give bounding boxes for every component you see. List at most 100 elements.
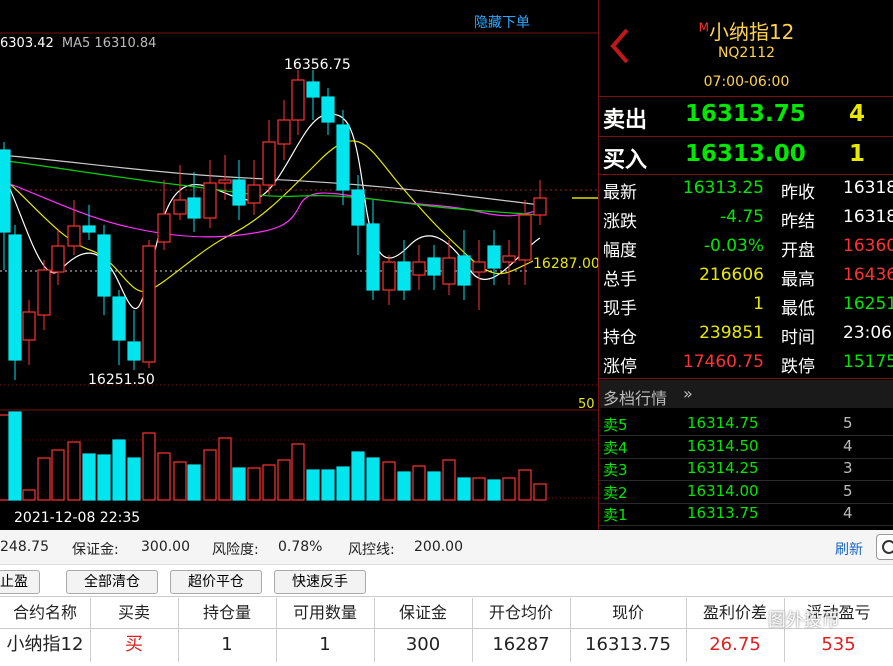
sell-price[interactable]: 16313.75 <box>685 101 806 127</box>
chart-canvas <box>0 32 598 501</box>
volume-bar <box>277 459 291 501</box>
stat-label: 跌停 <box>781 357 815 377</box>
over-price-close-button[interactable]: 超价平仓 <box>170 570 262 594</box>
stat-label: 涨停 <box>603 357 637 377</box>
candle-body <box>51 245 65 273</box>
table-cell[interactable]: 1 <box>276 630 374 660</box>
candle-body <box>412 261 426 276</box>
table-cell[interactable]: 26.75 <box>686 630 784 660</box>
candle-body <box>351 189 365 226</box>
account-balance: 248.75 <box>0 539 49 555</box>
column-header[interactable]: 保证金 <box>374 598 472 628</box>
close-all-button[interactable]: 全部清仓 <box>66 570 158 594</box>
volume-bar <box>112 439 126 501</box>
table-cell[interactable]: 小纳指12 <box>0 630 90 660</box>
stat-label: 时间 <box>781 328 815 348</box>
candle-body <box>142 245 156 363</box>
candle-body <box>382 261 396 291</box>
volume-bar <box>457 477 471 501</box>
settings-icon[interactable] <box>876 534 893 560</box>
chevron-down-icon[interactable]: » <box>683 384 693 403</box>
table-cell[interactable]: 16287 <box>472 630 570 660</box>
divider <box>599 378 893 379</box>
buy-price[interactable]: 16313.00 <box>685 141 806 167</box>
stat-label: 最低 <box>781 299 815 319</box>
stat-value: 16436 <box>843 265 893 285</box>
candle-body <box>157 213 171 243</box>
volume-bar <box>442 459 456 501</box>
volume-bar <box>291 443 305 501</box>
candle-body <box>82 225 96 233</box>
stat-value: 216606 <box>699 265 764 285</box>
table-cell[interactable]: 300 <box>374 630 472 660</box>
candlesticks <box>0 70 547 380</box>
candle-body <box>187 197 201 219</box>
column-header[interactable]: 可用数量 <box>276 598 374 628</box>
stat-label: 涨跌 <box>603 212 637 232</box>
volume-bar <box>351 451 365 501</box>
contract-code: NQ2112 <box>717 45 776 61</box>
account-bar: 248.75 保证金: 300.00 风险度: 0.78% 风控线: 200.0… <box>0 530 893 565</box>
candle-body <box>277 119 291 145</box>
column-header[interactable]: 买卖 <box>90 598 178 628</box>
volume-bar <box>157 452 171 501</box>
volume-bar <box>412 465 426 501</box>
stat-label: 幅度 <box>603 241 637 261</box>
stat-value: 15175 <box>843 352 893 372</box>
refresh-link[interactable]: 刷新 <box>835 539 863 559</box>
candle-body <box>0 149 11 233</box>
kline-chart[interactable]: 隐藏下单 6303.42 MA5 16310.84 16356.75 16251… <box>0 0 598 530</box>
table-cell[interactable]: 16313.75 <box>570 630 686 660</box>
column-separator <box>374 598 375 662</box>
table-top-border <box>0 596 893 597</box>
contract-name: 小纳指12 <box>708 20 795 44</box>
depth-price: 16314.75 <box>687 414 759 432</box>
stat-label: 最新 <box>603 183 637 203</box>
column-separator <box>686 598 687 662</box>
candle-body <box>22 311 36 341</box>
take-profit-button[interactable]: 止盈 <box>0 570 40 594</box>
volume-bar <box>336 466 350 501</box>
column-header[interactable]: 开仓均价 <box>472 598 570 628</box>
depth-divider <box>599 525 893 526</box>
depth-header[interactable]: 多档行情 » <box>599 380 893 408</box>
table-cell[interactable]: 535 <box>784 630 893 660</box>
table-cell[interactable]: 买 <box>90 630 178 660</box>
candle-body <box>442 257 456 285</box>
candle-body <box>37 269 51 316</box>
stat-value: -0.03% <box>703 236 764 256</box>
depth-price: 16314.00 <box>687 481 759 500</box>
contract-title: M小纳指12 <box>599 16 893 45</box>
stat-value: 16251 <box>843 294 893 314</box>
last-price-tag: 16287.00 <box>533 256 598 272</box>
depth-qty: 4 <box>843 436 853 455</box>
candle-body <box>173 199 187 215</box>
table-cell[interactable]: 1 <box>178 630 276 660</box>
volume-bar <box>321 469 335 501</box>
volume-bar <box>397 471 411 501</box>
volume-bar <box>142 432 156 501</box>
column-separator <box>472 598 473 662</box>
stat-value: 16318 <box>843 178 893 198</box>
depth-qty: 5 <box>843 414 853 432</box>
column-separator <box>90 598 91 662</box>
sell-qty: 4 <box>849 101 866 127</box>
candle-body <box>321 96 335 123</box>
stat-value: 1 <box>753 294 764 314</box>
depth-level-label: 卖5 <box>603 416 628 434</box>
candle-body <box>218 179 232 184</box>
hide-order-link[interactable]: 隐藏下单 <box>474 12 530 32</box>
quick-reverse-button[interactable]: 快速反手 <box>274 570 366 594</box>
column-header[interactable]: 现价 <box>570 598 686 628</box>
volume-bar <box>518 469 532 501</box>
risk-label: 风险度: <box>212 542 259 558</box>
column-separator <box>178 598 179 662</box>
volume-bar <box>97 454 111 501</box>
candle-body <box>533 197 547 216</box>
volume-bars <box>0 411 547 501</box>
candle-body <box>306 81 320 98</box>
volume-bar <box>203 449 217 501</box>
column-header[interactable]: 合约名称 <box>0 598 90 628</box>
column-header[interactable]: 持仓量 <box>178 598 276 628</box>
depth-qty: 3 <box>843 459 853 477</box>
